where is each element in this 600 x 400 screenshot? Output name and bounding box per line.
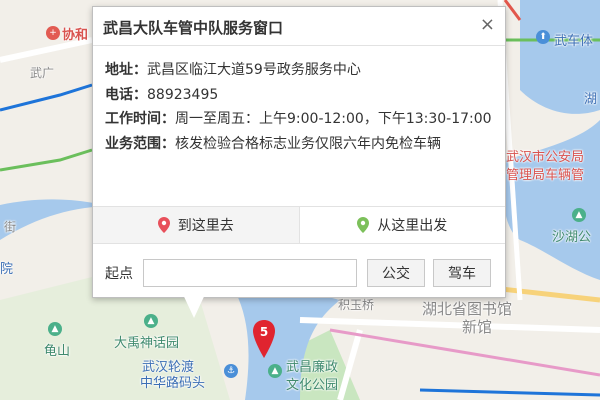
- start-label: 起点: [105, 266, 133, 282]
- map-label-park-1: 武昌廉政: [286, 360, 339, 375]
- map-label-wuguang: 武广: [30, 66, 55, 80]
- anchor-icon: ⚓: [224, 364, 238, 378]
- start-input[interactable]: [143, 259, 357, 287]
- map-label-hu: 湖: [584, 92, 598, 107]
- hours-label: 工作时间：: [105, 111, 175, 127]
- map-label-jie: 街: [4, 220, 17, 234]
- phone-row: 电话：88923495: [105, 84, 218, 104]
- park-icon: ▲: [572, 208, 586, 222]
- scope-row: 业务范围：核发检验合格标志业务仅限六年内免检车辆: [105, 133, 441, 153]
- phone-value: 88923495: [147, 87, 219, 103]
- start-row: 起点 公交 驾车: [105, 257, 499, 289]
- scope-label: 业务范围：: [105, 136, 175, 152]
- map-label-guishan: 龟山: [44, 344, 71, 359]
- marker-label: 5: [260, 325, 268, 339]
- tab-from-here[interactable]: 从这里出发: [300, 207, 506, 243]
- divider: [93, 45, 505, 46]
- address-row: 地址：武昌区临江大道59号政务服务中心: [105, 59, 361, 79]
- red-pin-icon: [157, 217, 170, 233]
- from-here-label: 从这里出发: [377, 218, 448, 234]
- close-icon[interactable]: ×: [480, 15, 495, 35]
- info-popup: 武昌大队车管中队服务窗口 × 地址：武昌区临江大道59号政务服务中心 电话：88…: [92, 6, 506, 298]
- popup-tail: [180, 288, 208, 318]
- marker-pin-icon: 5: [253, 320, 275, 358]
- hours-value: 周一至周五：上午9:00-12:00，下午13:30-17:00: [175, 111, 492, 127]
- map-label-shahu: 沙湖公: [552, 230, 592, 245]
- scenic-icon: ▲: [144, 314, 158, 328]
- park-icon-2: ▲: [268, 364, 282, 378]
- map-label-library-2: 新馆: [462, 318, 493, 336]
- hours-row: 工作时间：周一至周五：上午9:00-12:00，下午13:30-17:00: [105, 108, 492, 128]
- popup-title: 武昌大队车管中队服务窗口: [103, 19, 284, 37]
- map-label-yuan: 院: [0, 262, 14, 277]
- map-label-xie: 协和: [62, 28, 89, 43]
- map-label-dock-2: 中华路码头: [140, 376, 206, 391]
- scope-value: 核发检验合格标志业务仅限六年内免检车辆: [175, 136, 441, 152]
- drive-button[interactable]: 驾车: [433, 259, 491, 287]
- station-icon: ⬆: [536, 30, 550, 44]
- address-value: 武昌区临江大道59号政务服务中心: [147, 62, 361, 78]
- map-label-dayu: 大禹神话园: [114, 336, 180, 351]
- map-label-police-2: 管理局车辆管: [506, 168, 585, 183]
- map-label-police-1: 武汉市公安局: [506, 150, 585, 165]
- location-marker[interactable]: 5: [252, 318, 276, 364]
- map-label-wuche: 武车体: [554, 34, 594, 49]
- phone-label: 电话：: [105, 87, 147, 103]
- green-pin-icon: [357, 217, 370, 233]
- hospital-icon: +: [46, 26, 60, 40]
- mountain-icon: ▲: [48, 322, 62, 336]
- to-here-label: 到这里去: [177, 218, 234, 234]
- map-label-jiyuqiao: 积玉桥: [338, 298, 375, 312]
- address-label: 地址：: [105, 62, 147, 78]
- tab-to-here[interactable]: 到这里去: [93, 207, 300, 243]
- directions-bar: 到这里去 从这里出发: [93, 206, 505, 244]
- bus-button[interactable]: 公交: [367, 259, 425, 287]
- map-label-park-2: 文化公园: [286, 378, 339, 393]
